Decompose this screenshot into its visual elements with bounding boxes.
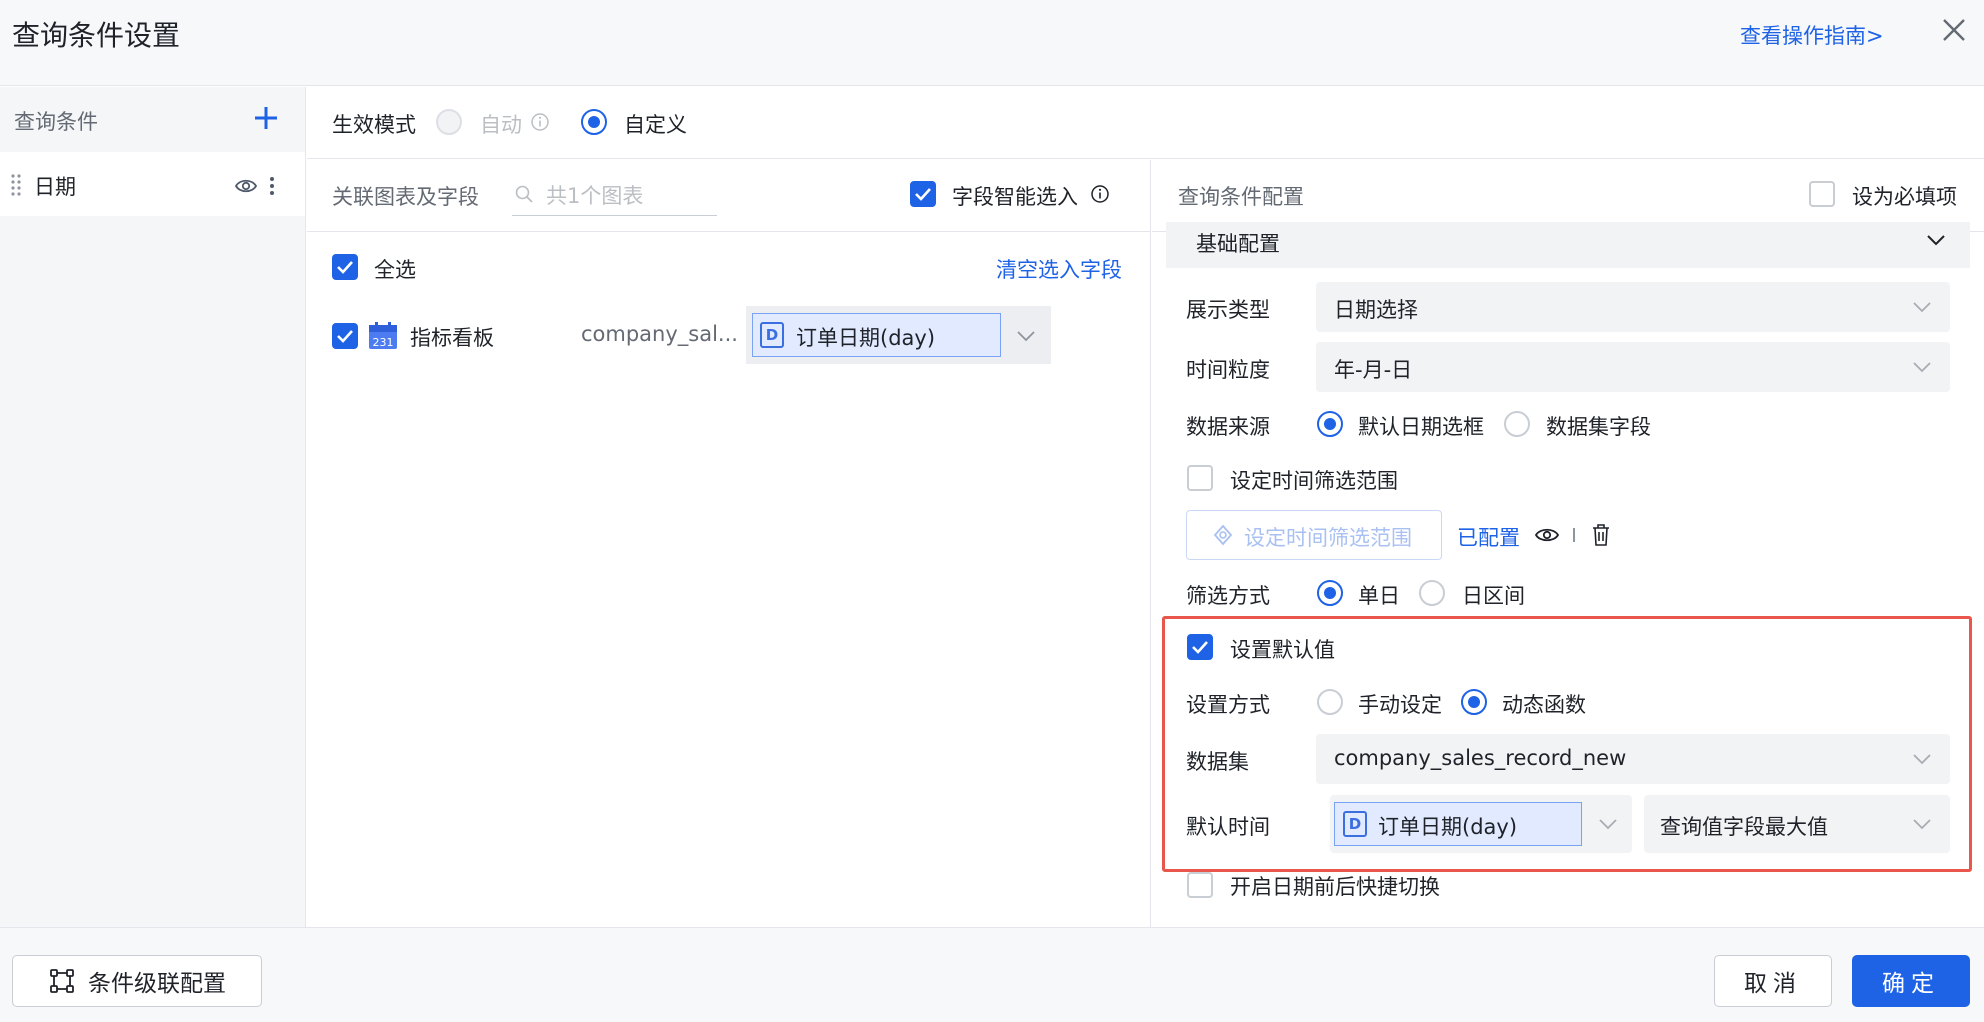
clear-fields-link[interactable]: 清空选入字段 (996, 254, 1122, 284)
method-manual-radio[interactable] (1317, 689, 1343, 715)
config-heading: 查询条件配置 (1178, 185, 1304, 209)
date-field-icon: D (1343, 811, 1367, 837)
filter-single-radio[interactable] (1317, 580, 1343, 606)
configured-link[interactable]: 已配置 (1457, 522, 1520, 552)
chart-row-checkbox[interactable] (332, 323, 358, 349)
cascade-config-button[interactable]: 条件级联配置 (12, 955, 262, 1007)
field-tag-label: 订单日期(day) (796, 326, 936, 350)
dialog-footer (0, 927, 1984, 1022)
svg-text:231: 231 (373, 336, 394, 349)
filter-range-label: 日区间 (1462, 584, 1525, 608)
chevron-down-icon[interactable] (1912, 301, 1932, 313)
chevron-down-icon[interactable] (1926, 234, 1946, 246)
filter-single-label: 单日 (1358, 584, 1400, 608)
calendar-chart-icon: 231 (368, 322, 398, 350)
guide-link[interactable]: 查看操作指南> (1740, 20, 1884, 50)
eye-icon[interactable] (234, 174, 258, 198)
section-title: 基础配置 (1196, 232, 1280, 256)
sidebar-item-label: 日期 (34, 175, 76, 199)
default-time-field: 订单日期(day) (1378, 815, 1518, 839)
default-time-label: 默认时间 (1186, 815, 1270, 839)
select-all-checkbox[interactable] (332, 254, 358, 280)
source-dataset-radio[interactable] (1504, 411, 1530, 437)
date-field-icon: D (760, 322, 784, 348)
dataset-name: company_sal... (581, 322, 738, 346)
chevron-down-icon[interactable] (1912, 361, 1932, 373)
display-type-value: 日期选择 (1334, 298, 1418, 322)
time-range-checkbox[interactable] (1187, 465, 1213, 491)
quick-switch-label: 开启日期前后快捷切换 (1230, 875, 1440, 899)
granularity-value: 年-月-日 (1334, 358, 1413, 382)
info-icon[interactable] (530, 112, 550, 132)
eye-icon[interactable] (1534, 524, 1560, 546)
search-icon (514, 184, 534, 204)
cascade-icon (50, 969, 74, 993)
mode-custom-label: 自定义 (624, 113, 687, 137)
chevron-down-icon[interactable] (1912, 818, 1932, 830)
display-type-label: 展示类型 (1186, 298, 1270, 322)
smart-select-label: 字段智能选入 (952, 185, 1078, 209)
chevron-down-icon[interactable] (1598, 818, 1618, 830)
filter-mode-label: 筛选方式 (1186, 584, 1270, 608)
more-icon[interactable] (266, 174, 278, 198)
ok-button[interactable]: 确定 (1852, 955, 1970, 1007)
mode-row (307, 87, 1984, 159)
method-dynamic-label: 动态函数 (1502, 693, 1586, 717)
close-icon[interactable] (1938, 14, 1970, 46)
chart-name: 指标看板 (410, 326, 494, 350)
method-dynamic-radio[interactable] (1461, 689, 1487, 715)
dataset-label: 数据集 (1186, 750, 1249, 774)
quick-switch-checkbox[interactable] (1187, 872, 1213, 898)
granularity-label: 时间粒度 (1186, 358, 1270, 382)
search-placeholder: 共1个图表 (546, 184, 644, 208)
mode-custom-radio[interactable] (581, 109, 607, 135)
data-source-label: 数据来源 (1186, 415, 1270, 439)
time-range-label: 设定时间筛选范围 (1230, 469, 1398, 493)
source-default-radio[interactable] (1317, 411, 1343, 437)
default-value-label: 设置默认值 (1230, 638, 1335, 662)
chevron-down-icon[interactable] (1016, 330, 1036, 342)
info-icon[interactable] (1090, 184, 1110, 204)
dialog-title: 查询条件设置 (12, 19, 181, 52)
smart-select-checkbox[interactable] (910, 181, 936, 207)
add-icon[interactable] (252, 104, 280, 132)
dataset-value: company_sales_record_new (1334, 746, 1627, 770)
mode-label: 生效模式 (332, 113, 416, 137)
trash-icon[interactable] (1591, 523, 1611, 547)
default-time-func: 查询值字段最大值 (1660, 815, 1828, 839)
filter-icon (1212, 524, 1234, 546)
required-checkbox[interactable] (1809, 181, 1835, 207)
mode-auto-label: 自动 (480, 113, 522, 137)
basic-config-section[interactable] (1166, 222, 1970, 268)
set-time-range-button-label: 设定时间筛选范围 (1244, 526, 1412, 550)
divider (1573, 528, 1575, 542)
cascade-config-label: 条件级联配置 (88, 971, 226, 997)
method-manual-label: 手动设定 (1358, 693, 1442, 717)
sidebar-heading: 查询条件 (14, 110, 98, 134)
select-all-label: 全选 (374, 258, 416, 282)
required-label: 设为必填项 (1852, 185, 1957, 209)
default-value-checkbox[interactable] (1187, 634, 1213, 660)
chevron-down-icon[interactable] (1912, 753, 1932, 765)
source-dataset-label: 数据集字段 (1546, 415, 1651, 439)
cancel-button[interactable]: 取消 (1714, 955, 1832, 1007)
source-default-label: 默认日期选框 (1358, 415, 1484, 439)
linked-charts-label: 关联图表及字段 (332, 185, 479, 209)
method-label: 设置方式 (1186, 693, 1270, 717)
drag-handle-icon[interactable] (10, 172, 22, 196)
dialog-header (0, 0, 1984, 86)
mode-auto-radio[interactable] (436, 109, 462, 135)
filter-range-radio[interactable] (1419, 580, 1445, 606)
